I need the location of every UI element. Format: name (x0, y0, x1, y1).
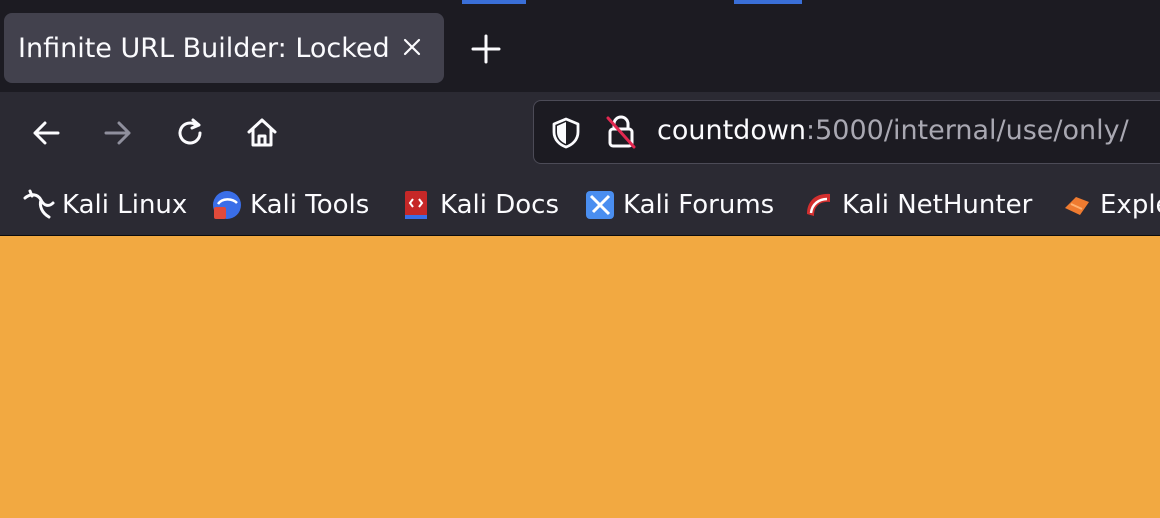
url-bar[interactable]: countdown:5000/internal/use/only/ (533, 100, 1160, 164)
bookmark-kali-tools[interactable]: Kali Tools (210, 188, 369, 222)
bookmark-kali-forums[interactable]: Kali Forums (583, 188, 774, 222)
home-icon[interactable] (243, 114, 281, 152)
reload-icon[interactable] (171, 114, 209, 152)
top-accent-bar (734, 0, 802, 4)
bookmark-kali-docs[interactable]: Kali Docs (400, 188, 559, 222)
top-accent-bar (462, 0, 526, 4)
bookmark-label: Kali Docs (440, 190, 560, 220)
kali-dragon-icon (23, 189, 55, 219)
kali-tools-icon (213, 191, 241, 219)
tab-title: Infinite URL Builder: Locked (18, 32, 390, 64)
bookmark-label: Exple (1100, 190, 1160, 220)
url-path: :5000/internal/use/only/ (806, 115, 1129, 146)
bookmark-exploit-db[interactable]: Exple (1060, 188, 1160, 222)
bookmark-label: Kali Forums (623, 190, 775, 220)
url-text: countdown:5000/internal/use/only/ (657, 115, 1129, 146)
forward-arrow-icon[interactable] (99, 114, 137, 152)
bookmark-kali-linux[interactable]: Kali Linux (22, 188, 187, 222)
shield-icon[interactable] (550, 116, 582, 150)
url-host: countdown (657, 115, 807, 146)
bookmark-kali-nethunter[interactable]: Kali NetHunter (802, 188, 1032, 222)
navigation-toolbar: countdown:5000/internal/use/only/ (0, 92, 1160, 174)
close-icon[interactable] (396, 31, 428, 63)
exploit-db-icon (1065, 197, 1089, 215)
kali-nethunter-icon (807, 193, 830, 216)
kali-forums-icon (586, 191, 614, 219)
bookmark-label: Kali Linux (62, 190, 188, 220)
new-tab-plus-icon[interactable] (467, 30, 505, 68)
bookmark-label: Kali Tools (250, 190, 370, 220)
active-tab[interactable]: Infinite URL Builder: Locked (4, 13, 444, 83)
bookmarks-toolbar: Kali Linux Kali Tools Kali Docs Kali For… (0, 174, 1160, 236)
page-content (0, 236, 1160, 518)
bookmark-label: Kali NetHunter (842, 190, 1033, 220)
kali-docs-icon (405, 191, 427, 219)
insecure-lock-icon[interactable] (604, 113, 638, 151)
tab-strip: Infinite URL Builder: Locked (0, 0, 1160, 92)
back-arrow-icon[interactable] (27, 114, 65, 152)
